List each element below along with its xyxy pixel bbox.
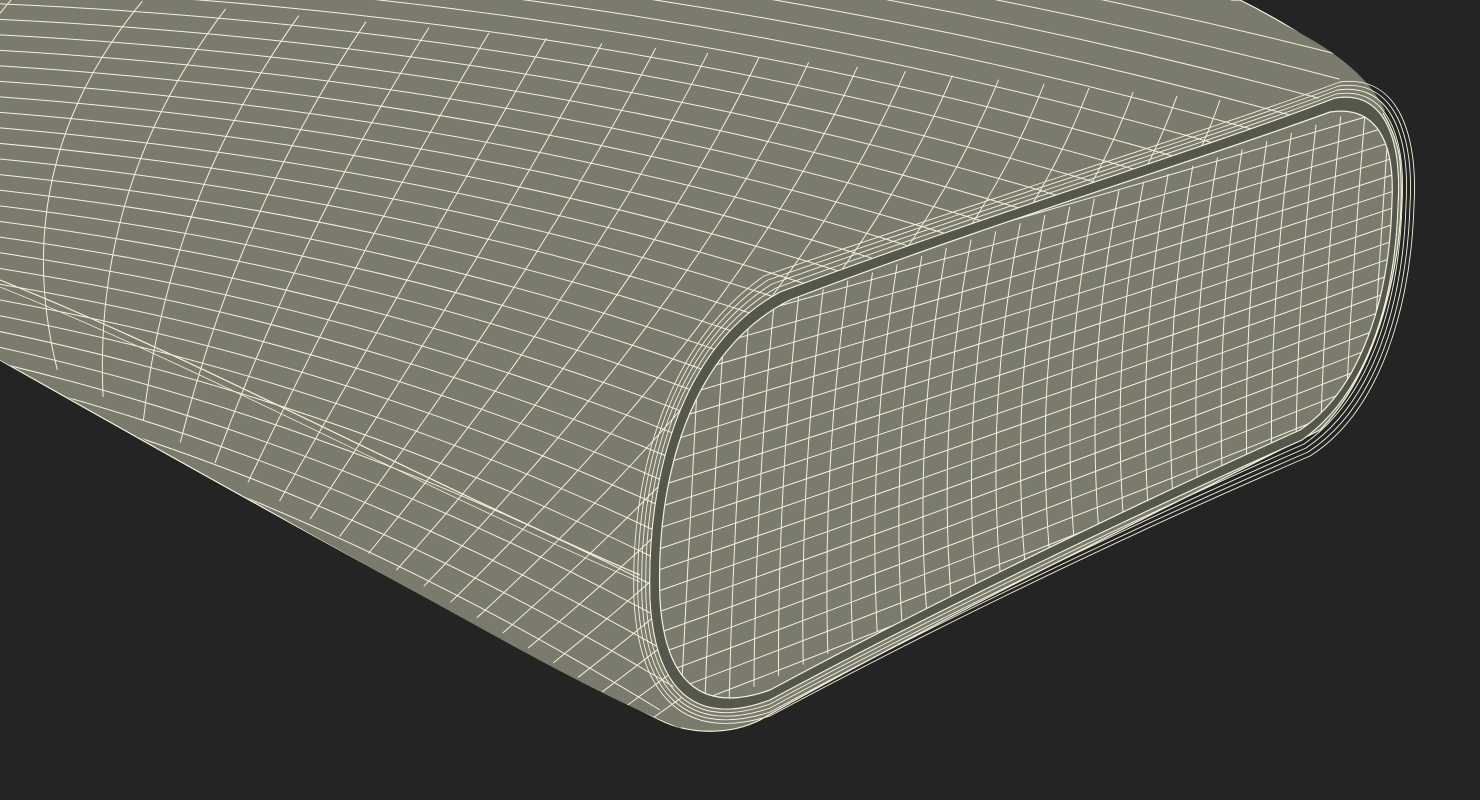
render-viewport bbox=[0, 0, 1480, 800]
wireframe-model-render bbox=[0, 0, 1480, 800]
